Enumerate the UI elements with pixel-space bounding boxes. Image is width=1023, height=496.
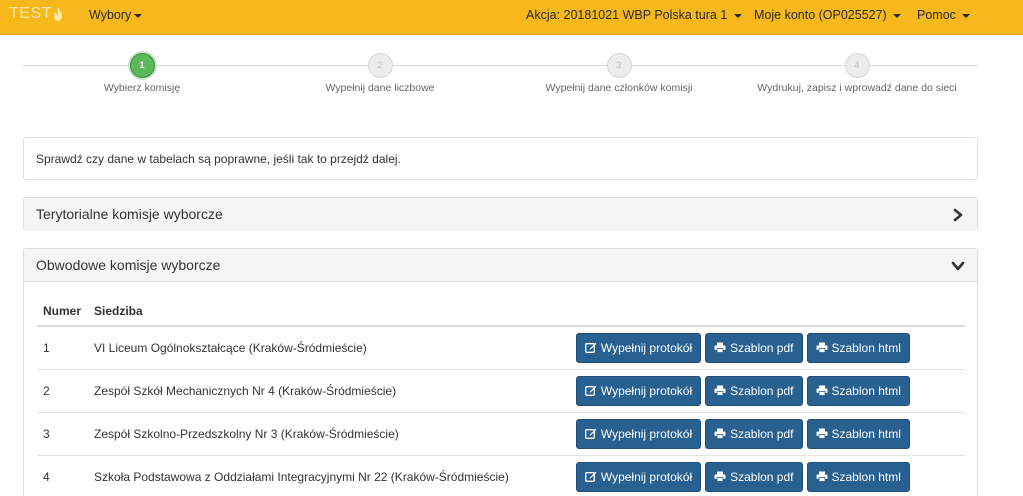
button-label: Wypełnij protokół — [600, 469, 693, 484]
pdf-template-button[interactable]: Szablon pdf — [705, 461, 803, 492]
print-icon — [816, 385, 827, 396]
fill-protocol-button[interactable]: Wypełnij protokół — [575, 332, 702, 363]
menu-action[interactable]: Akcja: 20181021 WBP Polska tura 1 — [526, 0, 742, 33]
row-number: 1 — [43, 340, 50, 355]
html-template-button[interactable]: Szablon html — [806, 418, 910, 449]
flame-icon — [53, 7, 62, 21]
row-number: 4 — [37, 454, 88, 496]
print-icon — [816, 428, 827, 439]
button-label: Wypełnij protokół — [600, 426, 693, 441]
edit-icon — [584, 471, 597, 482]
row-seat: Zespół Szkolno-Przedszkolny Nr 3 (Kraków… — [88, 411, 570, 455]
row-actions: Wypełnij protokół Szablon pdf Szablon html — [569, 368, 965, 412]
row-actions: Wypełnij protokół Szablon pdf Szablon html — [570, 326, 965, 369]
edit-icon — [584, 385, 597, 396]
print-icon — [714, 385, 726, 396]
button-label: Szablon html — [831, 383, 901, 398]
panel-title: Terytorialne komisje wyborcze — [36, 206, 223, 222]
html-template-button[interactable]: Szablon html — [806, 461, 910, 492]
pdf-template-button[interactable]: Szablon pdf — [705, 418, 803, 449]
panel-district: Obwodowe komisje wyborcze Numer Siedziba… — [23, 248, 978, 496]
chevron-down-icon — [951, 261, 965, 271]
menu-account[interactable]: Moje konto (OP025527) — [754, 0, 902, 33]
button-label: Szablon html — [831, 469, 901, 484]
header-number: Numer — [37, 296, 88, 327]
panel-title: Obwodowe komisje wyborcze — [36, 257, 221, 273]
button-label: Szablon html — [831, 426, 901, 441]
html-template-button[interactable]: Szablon html — [806, 332, 910, 363]
header-seat: Siedziba — [88, 296, 570, 327]
table-row: 2 Zespół Szkół Mechanicznych Nr 4 (Krakó… — [37, 368, 965, 412]
caret-down-icon — [962, 13, 971, 18]
step-label: Wypełnij dane członków komisji — [545, 82, 693, 94]
fill-protocol-button[interactable]: Wypełnij protokół — [575, 418, 702, 449]
caret-down-icon — [893, 13, 902, 18]
brand-name: TEST — [9, 5, 52, 22]
header-actions — [569, 296, 965, 327]
wizard-step-2: 2 Wypełnij dane liczbowe — [260, 53, 500, 94]
step-label: Wypełnij dane liczbowe — [325, 82, 435, 94]
caret-down-icon — [134, 13, 143, 18]
menu-account-label: Moje konto (OP025527) — [754, 8, 887, 22]
row-seat: Szkoła Podstawowa z Oddziałami Integracy… — [88, 454, 570, 496]
wizard-step-3: 3 Wypełnij dane członków komisji — [499, 53, 739, 94]
panel-territorial: Terytorialne komisje wyborcze — [23, 197, 978, 231]
row-actions: Wypełnij protokół Szablon pdf Szablon html — [569, 454, 965, 496]
commissions-table: Numer Siedziba 1 VI Liceum Ogólnokształc… — [37, 296, 965, 496]
pdf-template-button[interactable]: Szablon pdf — [705, 375, 803, 406]
top-navbar: TEST Wybory Akcja: 20181021 WBP Polska t… — [0, 0, 1023, 35]
button-label: Szablon pdf — [730, 426, 794, 441]
row-actions: Wypełnij protokół Szablon pdf Szablon html — [569, 411, 965, 455]
info-text: Sprawdź czy dane w tabelach są poprawne,… — [36, 152, 401, 166]
fill-protocol-button[interactable]: Wypełnij protokół — [575, 375, 702, 406]
step-number: 4 — [844, 53, 870, 78]
caret-down-icon — [733, 13, 742, 18]
step-label: Wybierz komisję — [103, 82, 181, 94]
row-seat: VI Liceum Ogólnokształcące (Kraków-Śródm… — [94, 340, 367, 355]
step-number: 1 — [129, 53, 155, 78]
edit-icon — [584, 342, 597, 353]
fill-protocol-button[interactable]: Wypełnij protokół — [575, 461, 702, 492]
brand-logo[interactable]: TEST — [9, 5, 63, 23]
html-template-button[interactable]: Szablon html — [806, 375, 910, 406]
menu-action-label: Akcja: 20181021 WBP Polska tura 1 — [526, 8, 728, 22]
row-seat: Zespół Szkół Mechanicznych Nr 4 (Kraków-… — [88, 368, 570, 412]
button-label: Wypełnij protokół — [600, 340, 693, 355]
menu-elections-label: Wybory — [89, 8, 132, 22]
wizard-step-1[interactable]: 1 Wybierz komisję — [22, 53, 262, 94]
button-label: Wypełnij protokół — [600, 383, 693, 398]
table-row: 3 Zespół Szkolno-Przedszkolny Nr 3 (Krak… — [37, 411, 965, 455]
print-icon — [816, 342, 827, 353]
row-number: 2 — [37, 368, 88, 412]
menu-help[interactable]: Pomoc — [917, 0, 971, 33]
edit-icon — [584, 428, 597, 439]
print-icon — [714, 471, 726, 482]
step-number: 3 — [606, 53, 632, 78]
chevron-right-icon — [953, 208, 963, 222]
print-icon — [816, 471, 827, 482]
info-message: Sprawdź czy dane w tabelach są poprawne,… — [23, 137, 978, 180]
table-row: 1 VI Liceum Ogólnokształcące (Kraków-Śró… — [37, 326, 965, 369]
button-label: Szablon pdf — [730, 469, 794, 484]
panel-territorial-header[interactable]: Terytorialne komisje wyborcze — [24, 198, 977, 231]
step-label: Wydrukuj, zapisz i wprowadź dane do siec… — [757, 82, 957, 94]
menu-elections[interactable]: Wybory — [89, 0, 143, 33]
print-icon — [714, 428, 726, 439]
table-row: 4 Szkoła Podstawowa z Oddziałami Integra… — [37, 454, 965, 496]
button-label: Szablon pdf — [730, 383, 794, 398]
pdf-template-button[interactable]: Szablon pdf — [705, 332, 803, 363]
step-number: 2 — [367, 53, 393, 78]
button-label: Szablon pdf — [730, 340, 794, 355]
menu-help-label: Pomoc — [917, 8, 956, 22]
panel-district-header[interactable]: Obwodowe komisje wyborcze — [24, 249, 977, 282]
wizard-step-4: 4 Wydrukuj, zapisz i wprowadź dane do si… — [737, 53, 977, 94]
row-number: 3 — [37, 411, 88, 455]
print-icon — [714, 342, 726, 353]
button-label: Szablon html — [831, 340, 901, 355]
